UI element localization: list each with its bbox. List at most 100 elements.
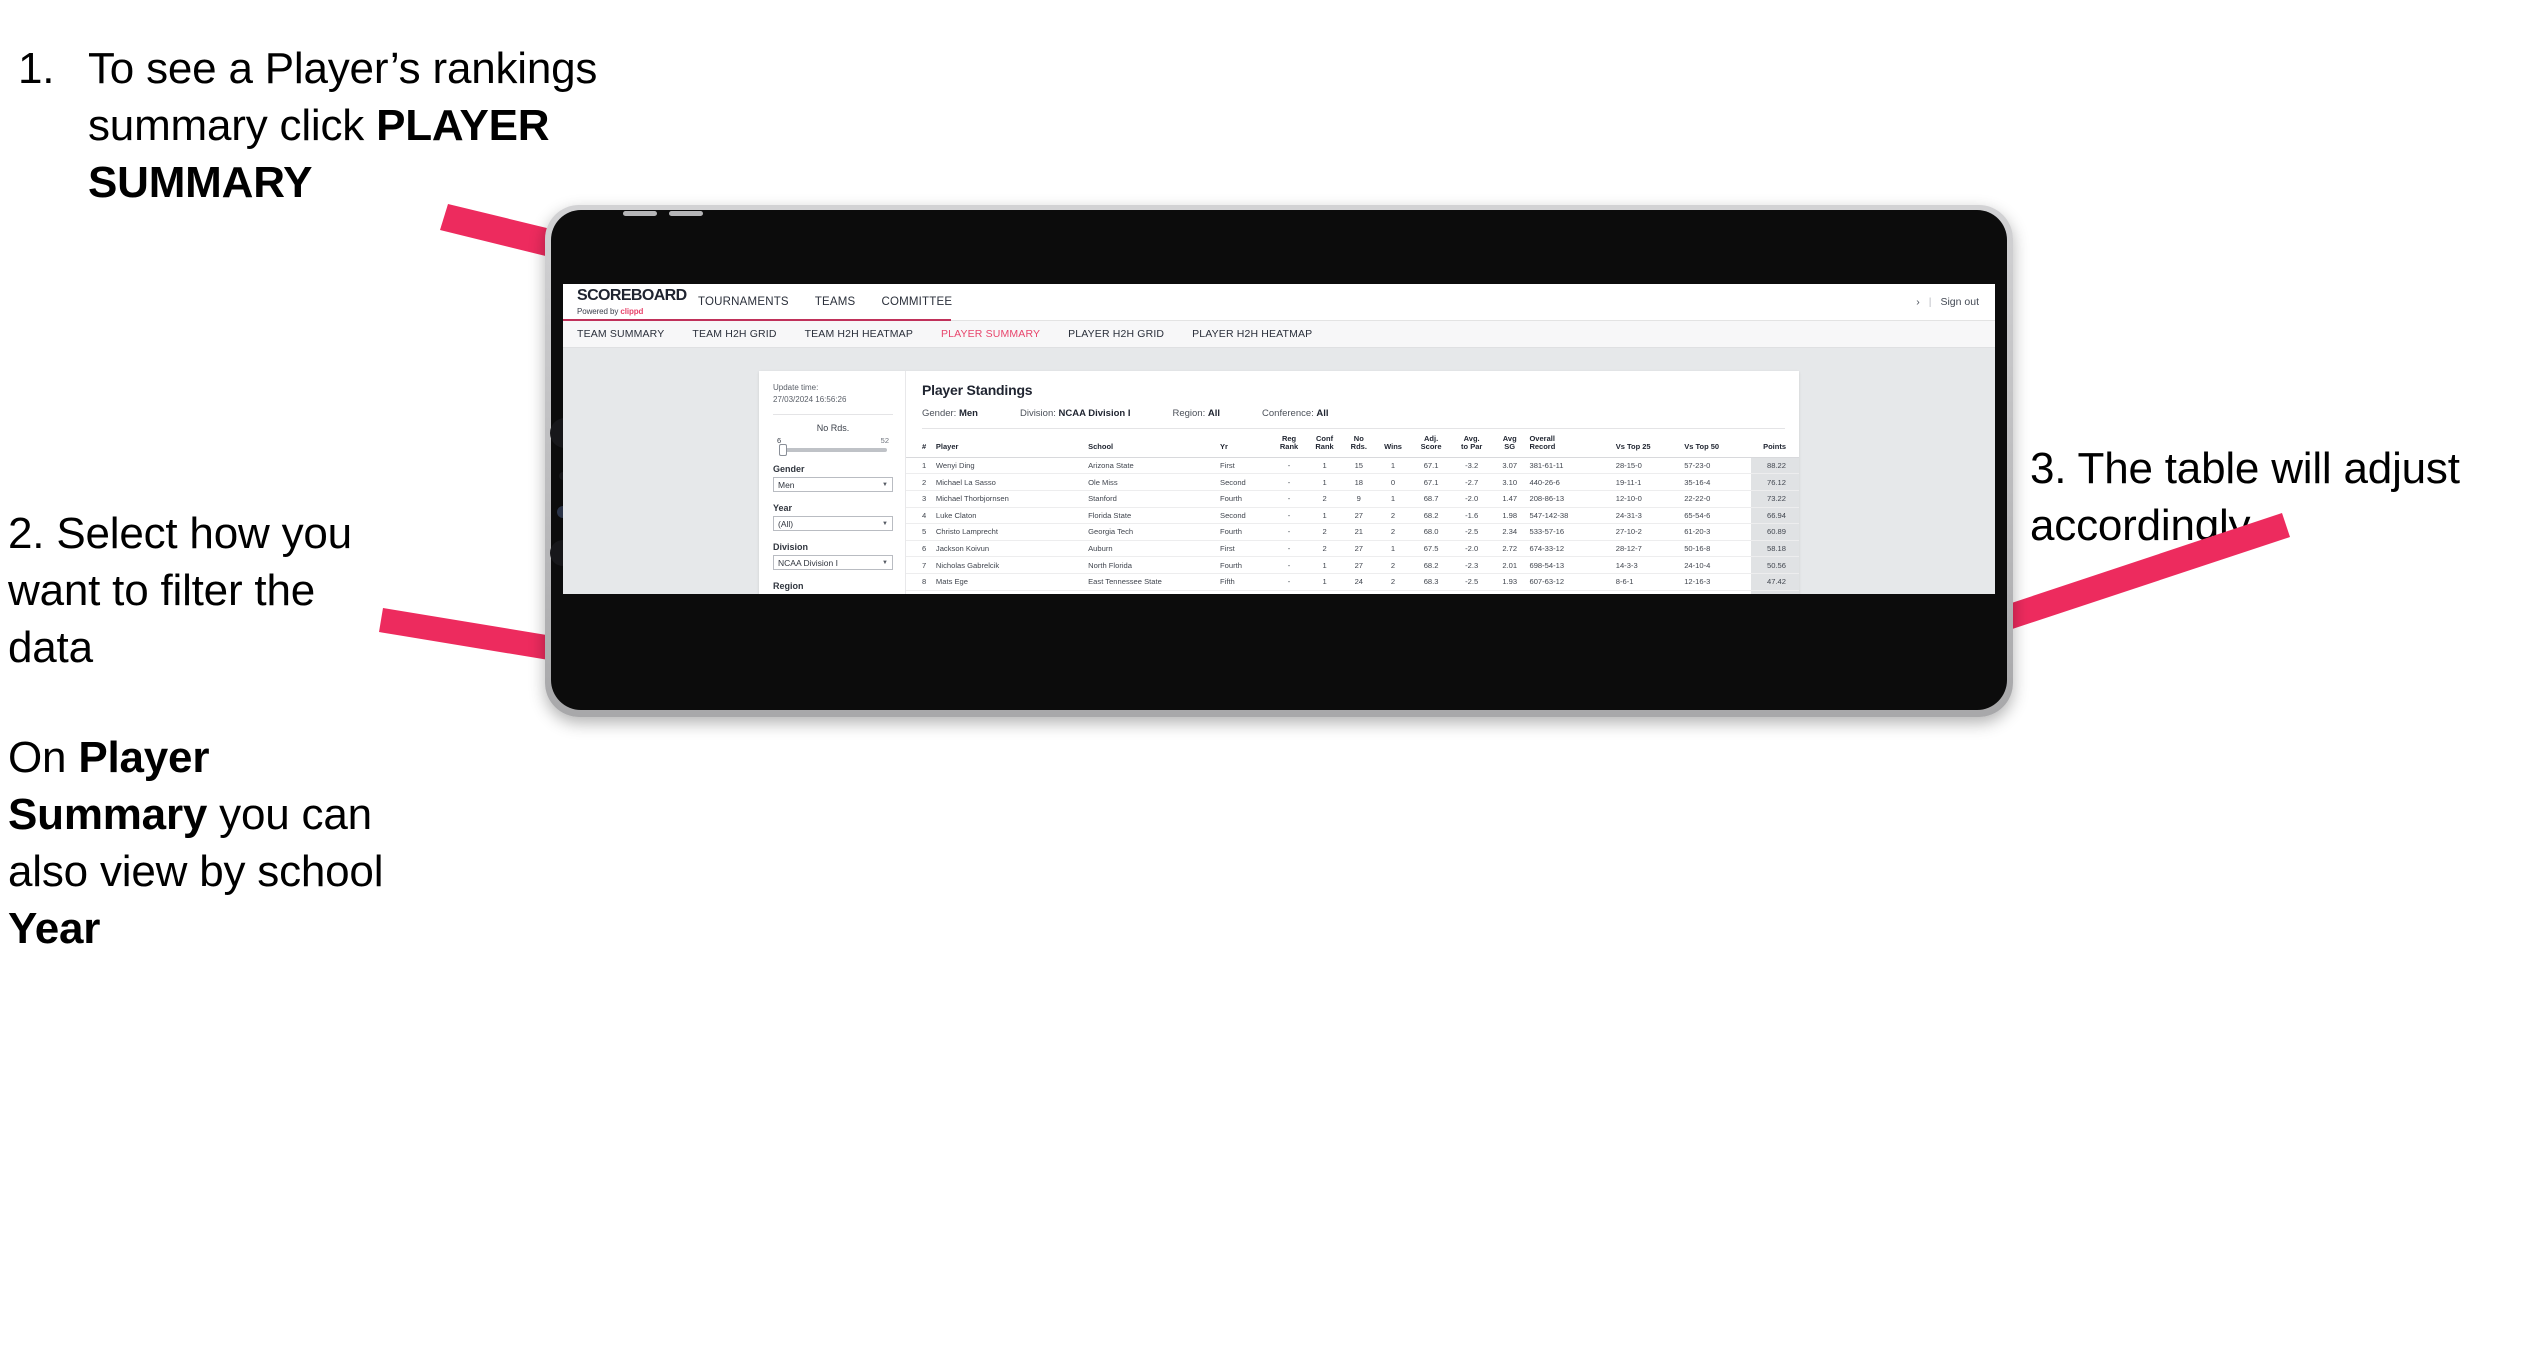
cell-rec: 674-33-12 xyxy=(1527,540,1614,558)
table-row[interactable]: 2 Michael La Sasso Ole Miss Second -1 18 0 67.1… xyxy=(906,473,1799,491)
filter-summary-bar: Gender: Men Division: NCAA Division I Re… xyxy=(922,408,1785,429)
cell-t50: 22-22-0 xyxy=(1682,490,1751,508)
cell-wins: 2 xyxy=(1375,523,1411,541)
cell-yr: Third xyxy=(1218,590,1272,594)
cell-rec: 381-61-11 xyxy=(1527,457,1614,475)
cell-num: 5 xyxy=(906,523,934,541)
summary-conference: Conference: All xyxy=(1262,408,1329,419)
chevron-right-icon[interactable]: › xyxy=(1916,296,1920,308)
table-row[interactable]: 5 Christo Lamprecht Georgia Tech Fourth -2 21… xyxy=(906,523,1799,541)
no-rounds-slider-track[interactable] xyxy=(779,444,887,457)
cell-t25: 12-10-0 xyxy=(1613,490,1683,508)
cell-school: Georgia Tech xyxy=(1086,523,1219,541)
topnav-item-committee[interactable]: COMMITTEE xyxy=(868,296,965,308)
column-header-name[interactable]: Player xyxy=(933,429,1087,458)
cell-school: Ole Miss xyxy=(1086,473,1219,491)
column-header-conf[interactable]: Conf Rank xyxy=(1306,429,1343,458)
sign-out-link[interactable]: Sign out xyxy=(1940,296,1979,308)
filter-gender-value: Men xyxy=(778,479,795,490)
table-row[interactable]: 1 Wenyi Ding Arizona State First -1 15 1 67.1 -3… xyxy=(906,457,1799,475)
cell-school: North Florida xyxy=(1086,556,1219,574)
filter-year-select[interactable]: (All) ▼ xyxy=(773,516,893,532)
cell-school: Florida State xyxy=(1086,507,1219,525)
table-row[interactable]: 9Preston SummerhaysArizona StateThird-32… xyxy=(906,590,1799,594)
player-standings-table: # Player School Yr Reg Rank Conf Rank No Rds. Wins… xyxy=(906,429,1799,594)
cell-adj: 67.1 xyxy=(1410,457,1452,475)
cell-num: 1 xyxy=(906,457,934,475)
cell-t50: 61-20-3 xyxy=(1682,523,1751,541)
filter-gender-select[interactable]: Men ▼ xyxy=(773,477,893,493)
no-rounds-label: No Rds. xyxy=(816,423,850,434)
cell-wins: 1 xyxy=(1375,457,1411,475)
cell-yr: First xyxy=(1218,540,1272,558)
table-row[interactable]: 6 Jackson Koivun Auburn First -2 27 1 67.5 -2.0 2… xyxy=(906,540,1799,558)
column-header-wins[interactable]: Wins xyxy=(1375,429,1411,458)
annotation-2-bold-2: Year xyxy=(8,904,101,954)
column-header-sg[interactable]: Avg SG xyxy=(1491,429,1528,458)
cell-wins: 2 xyxy=(1375,573,1411,591)
chevron-down-icon: ▼ xyxy=(882,481,888,488)
logo-title: SCOREBOARD xyxy=(577,287,687,304)
cell-par: -2.0 xyxy=(1451,540,1492,558)
column-header-school[interactable]: School xyxy=(1086,429,1219,458)
cell-t25: 19-39-2 xyxy=(1613,590,1683,594)
column-header-pts[interactable]: Points xyxy=(1750,429,1799,458)
cell-sg: 1.98 xyxy=(1491,507,1528,525)
cell-t25: 28-12-7 xyxy=(1613,540,1683,558)
tab-player-summary[interactable]: PLAYER SUMMARY xyxy=(927,328,1054,340)
cell-wins: 0 xyxy=(1375,473,1411,491)
cell-pts: 50.56 xyxy=(1750,556,1799,574)
column-header-line2: Rank xyxy=(1279,442,1299,452)
tab-team-summary[interactable]: TEAM SUMMARY xyxy=(563,328,678,340)
cell-num: 2 xyxy=(906,473,934,491)
summary-region-value: All xyxy=(1207,408,1221,419)
column-header-t25[interactable]: Vs Top 25 xyxy=(1613,429,1683,458)
cell-reg: - xyxy=(1271,590,1307,594)
topnav-item-teams[interactable]: TEAMS xyxy=(802,296,869,308)
cell-num: 7 xyxy=(906,556,934,574)
table-row[interactable]: 7 Nicholas Gabrelcik North Florida Fourth -1… xyxy=(906,556,1799,574)
tab-player-h2h-grid[interactable]: PLAYER H2H GRID xyxy=(1054,328,1178,340)
update-time-block: Update time: 27/03/2024 16:56:26 xyxy=(773,382,893,405)
cell-par: -0.5 xyxy=(1451,590,1492,594)
tab-player-h2h-heatmap[interactable]: PLAYER H2H HEATMAP xyxy=(1178,328,1326,340)
column-header-adj[interactable]: Adj. Score xyxy=(1410,429,1452,458)
filter-division-select[interactable]: NCAA Division I ▼ xyxy=(773,555,893,571)
column-header-par[interactable]: Avg. to Par xyxy=(1451,429,1492,458)
table-head: # Player School Yr Reg Rank Conf Rank No Rds. Wins… xyxy=(906,429,1799,458)
cell-num: 6 xyxy=(906,540,934,558)
column-header-line2: Rank xyxy=(1315,442,1334,452)
cell-sg: 2.01 xyxy=(1491,556,1528,574)
cell-yr: Second xyxy=(1218,473,1272,491)
no-rounds-slider-handle[interactable] xyxy=(779,444,787,457)
cell-sg: 1.14 xyxy=(1491,590,1528,594)
cell-t50: 65-54-6 xyxy=(1682,507,1751,525)
column-header-rec[interactable]: Overall Record xyxy=(1527,429,1614,458)
column-header-line2: SG xyxy=(1504,442,1516,452)
cell-school: Arizona State xyxy=(1086,457,1219,475)
scoreboard-logo[interactable]: SCOREBOARD Powered by clippd xyxy=(563,287,687,317)
table-row[interactable]: 3 Michael Thorbjornsen Stanford Fourth -2 9 1 6… xyxy=(906,490,1799,508)
table-row[interactable]: 4 Luke Claton Florida State Second -1 27 2 68.2… xyxy=(906,507,1799,525)
column-header-num[interactable]: # xyxy=(906,429,934,458)
annotation-2-paragraph-1: 2. Select how you want to filter the dat… xyxy=(8,509,352,673)
tab-team-h2h-grid[interactable]: TEAM H2H GRID xyxy=(678,328,790,340)
column-header-line1: Player xyxy=(935,442,959,452)
cell-adj: 68.0 xyxy=(1410,523,1452,541)
table-row[interactable]: 8 Mats Ege East Tennessee State Fifth -1 24 2 6… xyxy=(906,573,1799,591)
standings-card: Update time: 27/03/2024 16:56:26 No Rds.… xyxy=(759,371,1799,594)
column-header-reg[interactable]: Reg Rank xyxy=(1271,429,1307,458)
cell-t25: 19-11-1 xyxy=(1613,473,1683,491)
topnav-item-tournaments[interactable]: TOURNAMENTS xyxy=(685,296,802,308)
column-header-line2: Rds. xyxy=(1350,442,1367,452)
column-header-yr[interactable]: Yr xyxy=(1218,429,1272,458)
column-header-t50[interactable]: Vs Top 50 xyxy=(1682,429,1751,458)
cell-reg: - xyxy=(1271,507,1307,525)
tab-team-h2h-heatmap[interactable]: TEAM H2H HEATMAP xyxy=(791,328,927,340)
cell-t25: 28-15-0 xyxy=(1613,457,1683,475)
column-header-rds[interactable]: No Rds. xyxy=(1342,429,1376,458)
column-header-line1: # xyxy=(922,442,927,452)
cell-school: Arizona State xyxy=(1086,590,1219,594)
cell-wins: 1 xyxy=(1375,490,1411,508)
annotation-1-line2-pre: summary click xyxy=(88,101,377,151)
